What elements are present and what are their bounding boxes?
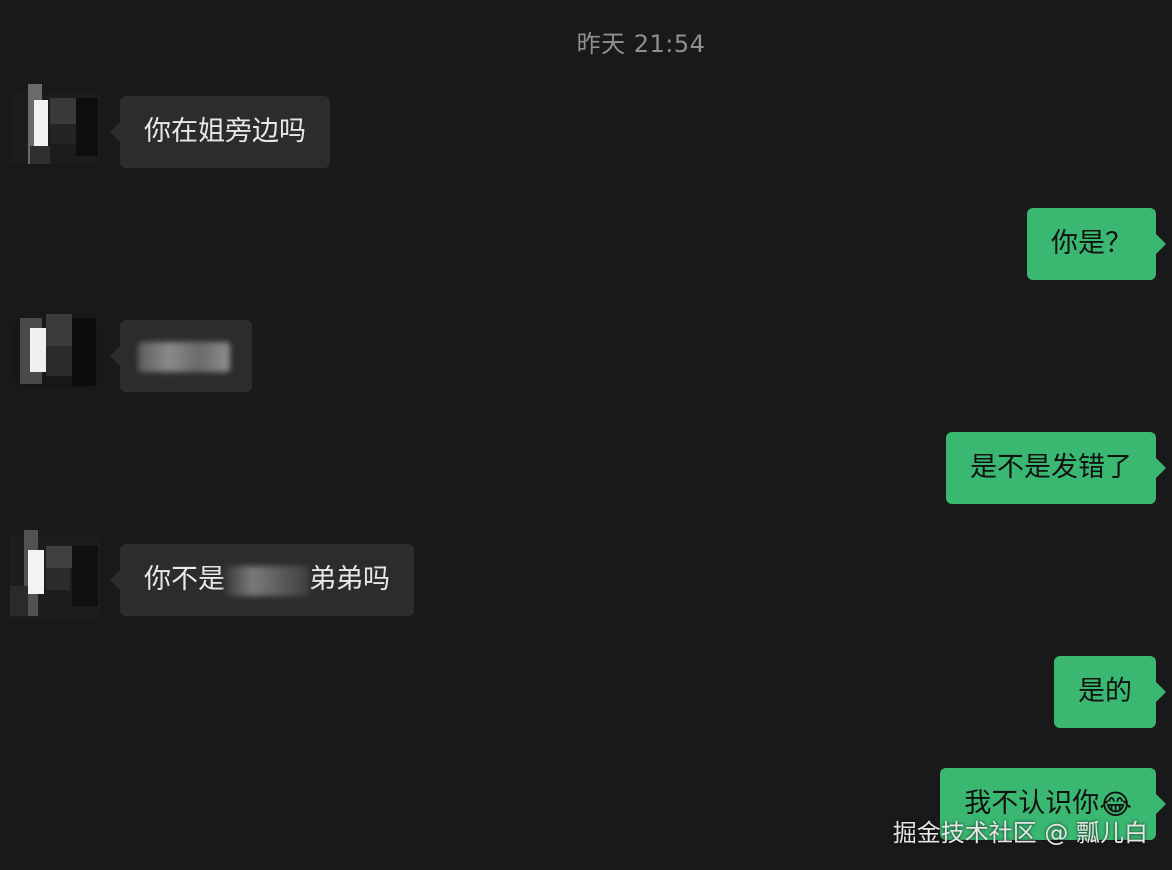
message-text: 是不是发错了 — [970, 452, 1132, 483]
redacted-text — [138, 341, 230, 372]
contact-avatar[interactable] — [10, 84, 100, 174]
message-timestamp: 昨天 21:54 — [576, 30, 706, 58]
incoming-message[interactable]: 你在姐旁边吗 — [110, 96, 330, 168]
incoming-message[interactable]: 你不是 弟弟吗 — [110, 544, 414, 616]
message-text-end: 弟弟吗 — [309, 564, 390, 595]
message-text: 是的 — [1078, 676, 1132, 707]
redacted-text — [225, 565, 309, 596]
message-text: 你是？ — [1051, 228, 1132, 259]
incoming-message[interactable] — [110, 320, 252, 392]
message-text: 你在姐旁边吗 — [144, 116, 306, 147]
watermark: 掘金技术社区 @ 瓢儿白 — [892, 819, 1148, 847]
contact-avatar[interactable] — [10, 530, 100, 620]
contact-avatar[interactable] — [10, 308, 100, 398]
message-text-start: 你不是 — [144, 564, 225, 595]
outgoing-message[interactable]: 是不是发错了 — [946, 432, 1166, 504]
outgoing-message[interactable]: 是的 — [1054, 656, 1166, 728]
outgoing-message[interactable]: 你是？ — [1027, 208, 1166, 280]
